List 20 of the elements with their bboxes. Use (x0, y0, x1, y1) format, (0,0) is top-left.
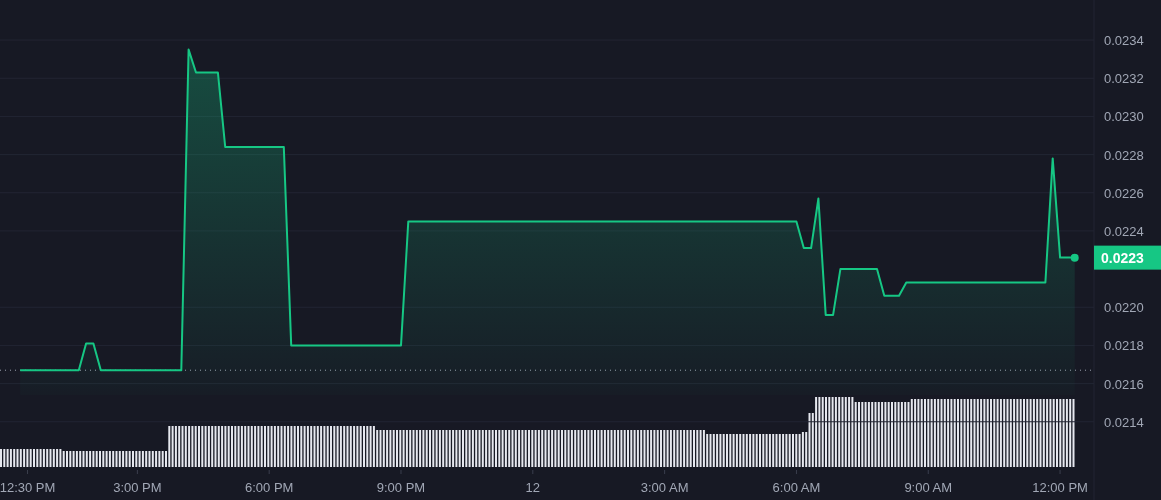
y-axis-label: 0.0214 (1104, 414, 1144, 430)
y-axis-label: 0.0216 (1104, 376, 1144, 392)
y-axis-label: 0.0232 (1104, 71, 1144, 87)
y-axis-label: 0.0226 (1104, 185, 1144, 201)
y-axis-label: 0.0220 (1104, 300, 1144, 316)
x-axis-label: 3:00 AM (640, 480, 689, 495)
y-axis-label: 0.0234 (1104, 33, 1144, 49)
y-axis-label: 0.0224 (1104, 223, 1144, 239)
y-axis-label: 0.0230 (1104, 109, 1144, 125)
y-axis-label: 0.0218 (1104, 338, 1144, 354)
x-axis-label: 12:00 PM (1032, 480, 1088, 495)
x-axis-label: 9:00 PM (376, 480, 426, 495)
x-axis-label: 6:00 PM (244, 480, 294, 495)
x-axis-label: 12:30 PM (0, 480, 56, 495)
x-axis-label: 12 (525, 480, 541, 495)
current-price-tag: 0.0223 (1094, 245, 1161, 270)
x-axis-label: 9:00 AM (904, 480, 953, 495)
x-axis-label: 6:00 AM (772, 480, 821, 495)
y-axis-label: 0.0228 (1104, 147, 1144, 163)
x-axis-label: 3:00 PM (113, 480, 162, 495)
